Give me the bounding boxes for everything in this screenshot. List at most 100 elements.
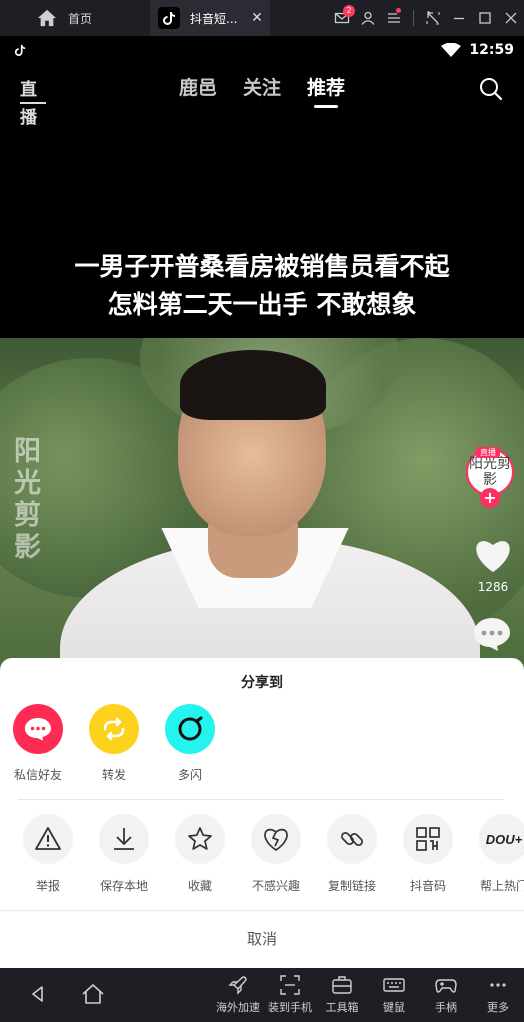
cancel-button[interactable]: 取消 (0, 911, 524, 968)
share-label: 转发 (101, 768, 126, 782)
action-not-interested[interactable]: 不感兴趣 (238, 814, 314, 894)
share-private-message[interactable]: 私信好友 (0, 704, 76, 783)
tab-home-label: 首页 (68, 11, 93, 26)
share-label: 多闪 (177, 768, 202, 782)
tool-keyboard-mouse[interactable]: 键鼠 (368, 974, 420, 1015)
gamepad-icon (435, 979, 457, 993)
tool-label: 工具箱 (325, 1001, 359, 1014)
toolbox-icon (332, 976, 352, 994)
home-nav-icon[interactable] (80, 982, 106, 1006)
like-button[interactable]: 1286 (472, 536, 514, 594)
tab-douyin[interactable]: 抖音短... ✕ (150, 0, 270, 36)
tool-label: 更多 (487, 1001, 509, 1014)
avatar-live-tag: 直播 (476, 447, 500, 458)
action-report[interactable]: 举报 (10, 814, 86, 894)
emulator-title-bar: 首页 抖音短... ✕ 2 (0, 0, 524, 36)
close-icon (505, 12, 517, 24)
search-icon[interactable] (478, 76, 504, 102)
action-label: 举报 (35, 879, 60, 893)
user-icon (361, 11, 375, 25)
dou-plus-text: DOU+ (485, 831, 523, 847)
install-phone-icon (280, 975, 300, 995)
action-save-local[interactable]: 保存本地 (86, 814, 162, 894)
action-copy-link[interactable]: 复制链接 (314, 814, 390, 894)
mail-badge: 2 (343, 5, 355, 17)
video-caption: 一男子开普桑看房被销售员看不起 怎料第二天一出手 不敢想象 (0, 248, 524, 324)
action-label: 保存本地 (99, 879, 148, 893)
avatar-text: 阳光剪影 (469, 456, 511, 488)
back-icon[interactable] (28, 984, 48, 1004)
video-frame[interactable]: 阳光剪影 (0, 338, 524, 668)
duoshan-icon (165, 704, 215, 754)
tool-label: 海外加速 (216, 1001, 260, 1014)
shrink-icon (426, 11, 440, 25)
tool-more[interactable]: 更多 (472, 974, 524, 1015)
maximize-button[interactable] (472, 0, 498, 36)
status-bar: 12:59 (0, 36, 524, 64)
action-label: 复制链接 (327, 879, 376, 893)
follow-button[interactable]: + (480, 488, 500, 508)
tab-local[interactable]: 鹿邑 (179, 68, 217, 108)
action-label: 帮上热门 (479, 879, 524, 893)
action-douyin-code[interactable]: 抖音码 (390, 814, 466, 894)
top-nav: 直播 鹿邑 关注 推荐 (0, 68, 524, 128)
share-sheet: 分享到 私信好友 转发 多闪 举报 保存本地 收藏 不感兴趣 复制链接 抖音码 … (0, 658, 524, 968)
tool-accelerate[interactable]: 海外加速 (212, 974, 264, 1015)
shrink-button[interactable] (420, 0, 446, 36)
tab-home[interactable]: 首页 (0, 0, 150, 36)
comment-button[interactable] (473, 616, 511, 656)
action-dou-plus[interactable]: DOU+ 帮上热门 (466, 814, 524, 894)
video-watermark: 阳光剪影 (14, 436, 41, 563)
share-duoshan[interactable]: 多闪 (152, 704, 228, 783)
video-person-hair (180, 350, 326, 420)
chat-bubble-icon (13, 704, 63, 754)
caption-line-1: 一男子开普桑看房被销售员看不起 (74, 252, 450, 281)
window-close-button[interactable] (498, 0, 524, 36)
tab-close-button[interactable]: ✕ (248, 10, 266, 26)
tool-label: 键鼠 (383, 1001, 405, 1014)
action-label: 不感兴趣 (251, 879, 300, 893)
share-divider (18, 799, 504, 800)
heart-icon (476, 541, 510, 572)
menu-notification-dot (396, 8, 401, 13)
dou-plus-icon: DOU+ (479, 814, 524, 864)
tab-following[interactable]: 关注 (243, 68, 281, 108)
douyin-notification-icon (14, 44, 26, 56)
account-button[interactable] (355, 0, 381, 36)
status-time: 12:59 (469, 42, 514, 58)
link-icon (327, 814, 377, 864)
repost-icon (89, 704, 139, 754)
share-repost[interactable]: 转发 (76, 704, 152, 783)
tab-douyin-label: 抖音短... (190, 11, 238, 26)
like-count: 1286 (477, 580, 509, 594)
share-sheet-title: 分享到 (241, 675, 283, 691)
keyboard-icon (383, 978, 405, 992)
action-favorite[interactable]: 收藏 (162, 814, 238, 894)
wifi-icon (441, 43, 462, 57)
tool-install-to-phone[interactable]: 装到手机 (264, 974, 316, 1015)
tool-gamepad[interactable]: 手柄 (420, 974, 472, 1015)
emulator-bottom-bar: 海外加速 装到手机 工具箱 键鼠 手柄 更多 (0, 968, 524, 1022)
action-label: 收藏 (187, 879, 212, 893)
home-icon (37, 9, 57, 27)
douyin-app-icon (158, 7, 180, 29)
emulator-tools: 海外加速 装到手机 工具箱 键鼠 手柄 更多 (212, 974, 524, 1015)
tab-recommend[interactable]: 推荐 (307, 68, 345, 108)
comment-icon (474, 618, 510, 651)
more-icon (490, 983, 506, 987)
action-label: 抖音码 (409, 879, 446, 893)
share-actions: 举报 保存本地 收藏 不感兴趣 复制链接 抖音码 DOU+ 帮上热门 (10, 814, 524, 894)
mail-button[interactable]: 2 (329, 0, 355, 36)
share-targets: 私信好友 转发 多闪 (0, 704, 228, 783)
caption-line-2: 怎料第二天一出手 不敢想象 (107, 290, 417, 319)
broken-heart-icon (251, 814, 301, 864)
maximize-icon (479, 12, 491, 24)
tool-toolbox[interactable]: 工具箱 (316, 974, 368, 1015)
tool-label: 手柄 (435, 1001, 457, 1014)
titlebar-separator (413, 10, 414, 26)
minimize-button[interactable] (446, 0, 472, 36)
tool-label: 装到手机 (268, 1001, 312, 1014)
feed-tabs: 鹿邑 关注 推荐 (0, 68, 524, 108)
qr-code-icon (403, 814, 453, 864)
menu-button[interactable] (381, 0, 407, 36)
